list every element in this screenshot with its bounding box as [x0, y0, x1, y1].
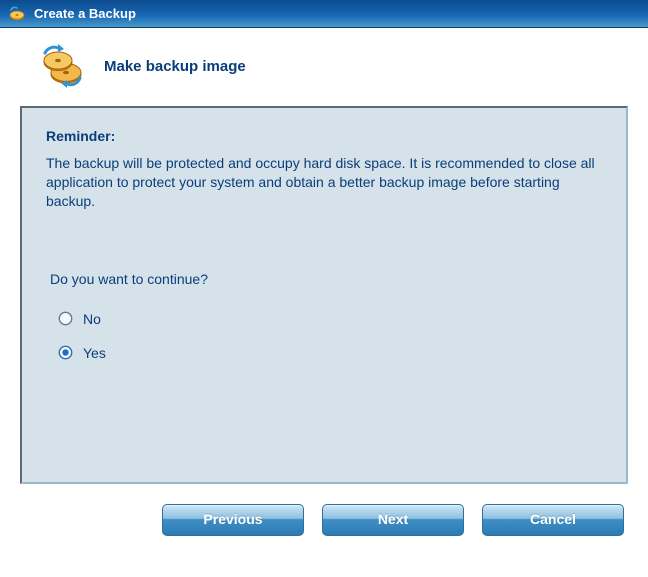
radio-option-no[interactable]: No	[58, 311, 602, 327]
next-button[interactable]: Next	[322, 504, 464, 536]
radio-icon	[58, 311, 73, 326]
app-icon	[8, 5, 26, 23]
page-title: Make backup image	[104, 58, 246, 75]
window-title: Create a Backup	[34, 6, 136, 21]
backup-discs-icon	[40, 44, 84, 88]
reminder-heading: Reminder:	[46, 128, 602, 144]
continue-question: Do you want to continue?	[46, 271, 602, 287]
radio-label-yes: Yes	[83, 345, 106, 361]
reminder-text: The backup will be protected and occupy …	[46, 154, 602, 211]
wizard-button-bar: Previous Next Cancel	[0, 484, 648, 536]
content-panel: Reminder: The backup will be protected a…	[20, 106, 628, 484]
cancel-button[interactable]: Cancel	[482, 504, 624, 536]
previous-button[interactable]: Previous	[162, 504, 304, 536]
continue-radio-group: No Yes	[46, 311, 602, 361]
radio-selected-icon	[58, 345, 73, 360]
radio-option-yes[interactable]: Yes	[58, 345, 602, 361]
radio-label-no: No	[83, 311, 101, 327]
titlebar: Create a Backup	[0, 0, 648, 28]
wizard-window: Create a Backup Make backup image Remind…	[0, 0, 648, 577]
page-header: Make backup image	[0, 28, 648, 96]
